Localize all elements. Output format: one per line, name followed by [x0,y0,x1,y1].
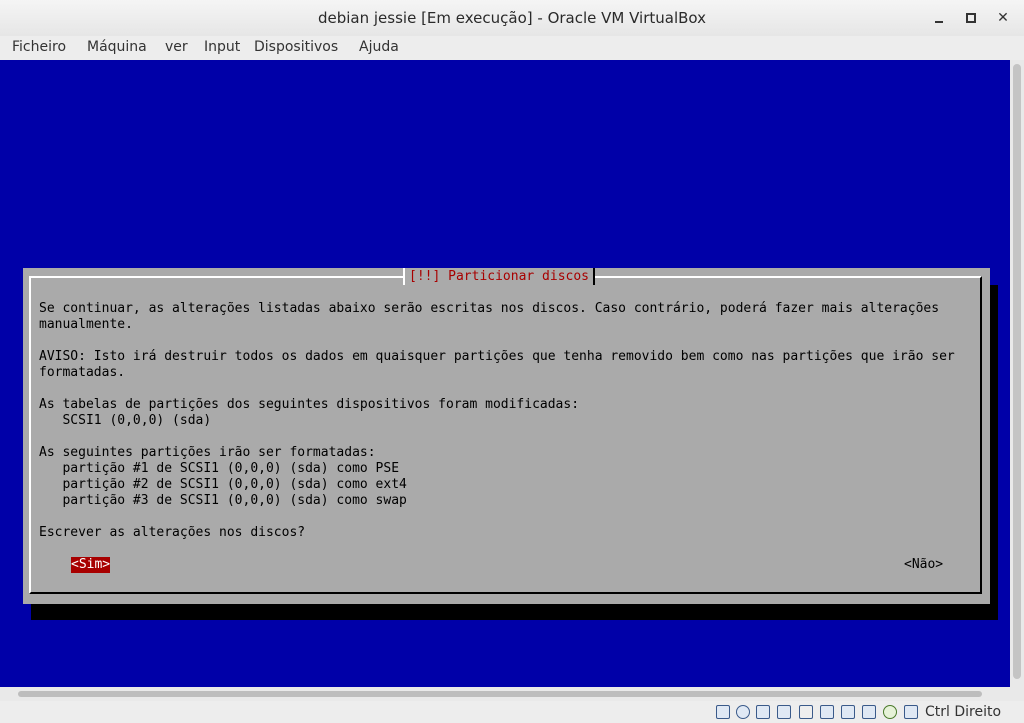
dialog-line: As tabelas de partições dos seguintes di… [39,397,580,412]
minimize-button[interactable] [930,9,948,27]
close-icon: ✕ [997,10,1009,26]
dialog-line: partição #3 de SCSI1 (0,0,0) (sda) como … [39,493,407,508]
usb-icon[interactable] [799,705,813,719]
no-button[interactable]: <Não> [904,557,943,573]
maximize-button[interactable] [962,9,980,27]
dialog-title: [!!] Particionar discos [403,268,596,285]
dialog-line: partição #1 de SCSI1 (0,0,0) (sda) como … [39,461,400,476]
hard-disk-icon[interactable] [716,705,730,719]
partition-dialog: [!!] Particionar discos Se continuar, as… [23,268,990,604]
dialog-frame [29,276,982,594]
mouse-integration-icon[interactable] [883,705,897,719]
dialog-line: formatadas. [39,365,126,380]
audio-icon[interactable] [756,705,770,719]
menu-dispositivos[interactable]: Dispositivos [254,39,338,55]
dialog-line: Se continuar, as alterações listadas aba… [39,301,940,316]
horizontal-scrollbar-thumb[interactable] [18,691,982,697]
menu-input[interactable]: Input [204,39,240,55]
dialog-line: manualmente. [39,317,133,332]
dialog-line: SCSI1 (0,0,0) (sda) [39,413,212,428]
video-capture-icon[interactable] [862,705,876,719]
menu-maquina[interactable]: Máquina [87,39,147,55]
dialog-question: Escrever as alterações nos discos? [39,525,306,540]
host-key-label: Ctrl Direito [925,704,1002,720]
maximize-icon [966,13,976,23]
dialog-line: partição #2 de SCSI1 (0,0,0) (sda) como … [39,477,407,492]
vertical-scrollbar[interactable] [1010,60,1024,687]
menu-ajuda[interactable]: Ajuda [359,39,399,55]
yes-button[interactable]: <Sim> [71,557,111,573]
display-icon[interactable] [841,705,855,719]
close-button[interactable]: ✕ [994,9,1012,27]
dialog-line: AVISO: Isto irá destruir todos os dados … [39,349,955,364]
vertical-scrollbar-thumb[interactable] [1013,64,1021,679]
capture-icon[interactable] [904,705,918,719]
network-icon[interactable] [777,705,791,719]
menu-ficheiro[interactable]: Ficheiro [12,39,66,55]
menu-ver[interactable]: ver [165,39,188,55]
horizontal-scrollbar[interactable] [0,687,1024,701]
minimize-icon [935,21,943,23]
status-bar: Ctrl Direito [0,701,1024,723]
window-title: debian jessie [Em execução] - Oracle VM … [317,9,707,27]
optical-drive-icon[interactable] [736,705,750,719]
shared-folders-icon[interactable] [820,705,834,719]
window-titlebar: debian jessie [Em execução] - Oracle VM … [0,0,1024,37]
menu-bar: Ficheiro Máquina ver Input Dispositivos … [0,36,1024,60]
dialog-line: As seguintes partições irão ser formatad… [39,445,376,460]
